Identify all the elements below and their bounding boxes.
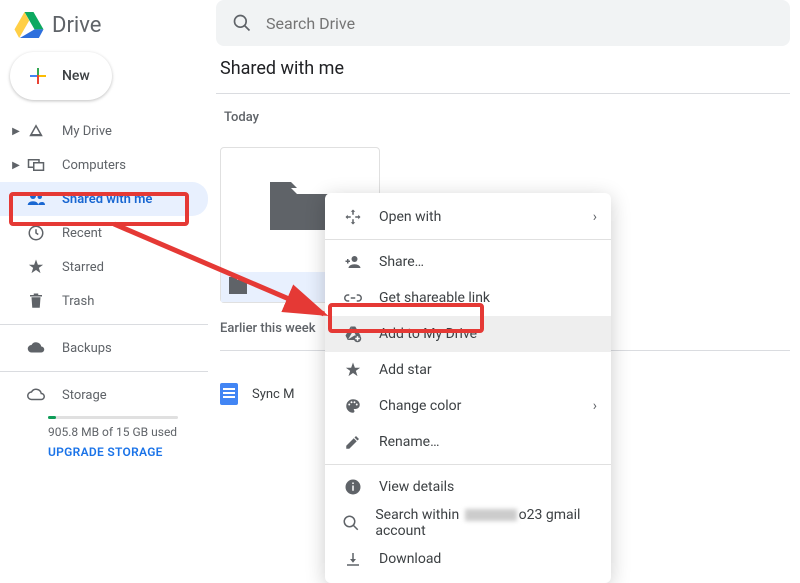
- new-button-label: New: [62, 68, 90, 84]
- nav-label: Storage: [48, 388, 107, 403]
- doc-title: Sync M: [252, 387, 294, 402]
- drive-add-icon: [341, 325, 365, 343]
- ctx-rename[interactable]: Rename…: [325, 424, 611, 460]
- drive-logo-row[interactable]: Drive: [0, 8, 216, 52]
- nav-shared-with-me[interactable]: Shared with me: [0, 182, 208, 216]
- nav-separator: [0, 371, 208, 372]
- storage-bar: [48, 416, 178, 419]
- person-add-icon: [341, 253, 365, 271]
- ctx-label: Get shareable link: [379, 290, 490, 306]
- nav-label: My Drive: [48, 124, 112, 139]
- ctx-label: Add to My Drive: [379, 326, 477, 342]
- link-icon: [341, 289, 365, 307]
- folder-mini-icon: [229, 280, 247, 294]
- nav-label: Backups: [48, 341, 112, 356]
- clock-icon: [24, 224, 48, 242]
- nav-label: Computers: [48, 158, 126, 173]
- chevron-right-icon: ›: [593, 398, 597, 414]
- new-button[interactable]: New: [10, 52, 112, 100]
- divider: [216, 93, 790, 94]
- star-icon: [24, 258, 48, 276]
- nav-trash[interactable]: Trash: [0, 284, 208, 318]
- ctx-label: Search within o23 gmail account: [375, 507, 595, 539]
- ctx-label: Share…: [379, 254, 424, 270]
- ctx-search-within[interactable]: Search within o23 gmail account: [325, 505, 611, 541]
- upgrade-storage-link[interactable]: UPGRADE STORAGE: [48, 439, 216, 459]
- nav-label: Recent: [48, 226, 102, 241]
- chevron-right-icon: ▶: [8, 126, 24, 137]
- download-icon: [341, 550, 365, 568]
- trash-icon: [24, 292, 48, 310]
- chevron-right-icon: ›: [593, 209, 597, 225]
- ctx-label: View details: [379, 479, 454, 495]
- ctx-download[interactable]: Download: [325, 541, 611, 577]
- redacted-text: [465, 509, 517, 521]
- drive-triangle-icon: [24, 122, 48, 140]
- storage-block: 905.8 MB of 15 GB used UPGRADE STORAGE: [0, 412, 216, 459]
- ctx-change-color[interactable]: Change color ›: [325, 388, 611, 424]
- ctx-label: Add star: [379, 362, 432, 378]
- nav-computers[interactable]: ▶ Computers: [0, 148, 208, 182]
- ctx-add-star[interactable]: Add star: [325, 352, 611, 388]
- ctx-label: Open with: [379, 209, 441, 225]
- plus-icon: [26, 64, 50, 88]
- nav-starred[interactable]: Starred: [0, 250, 208, 284]
- people-icon: [24, 190, 48, 208]
- nav-my-drive[interactable]: ▶ My Drive: [0, 114, 208, 148]
- nav-recent[interactable]: Recent: [0, 216, 208, 250]
- app-name: Drive: [52, 13, 101, 38]
- nav-separator: [0, 324, 208, 325]
- cloud-icon: [24, 339, 48, 357]
- storage-usage: 905.8 MB of 15 GB used: [48, 425, 216, 439]
- nav-label: Shared with me: [48, 192, 152, 207]
- ctx-label: Rename…: [379, 434, 439, 450]
- search-icon: [232, 13, 252, 33]
- context-menu: Open with › Share… Get shareable link Ad…: [325, 193, 611, 583]
- nav-storage[interactable]: Storage: [0, 378, 208, 412]
- search-bar[interactable]: [216, 0, 790, 46]
- nav-label: Starred: [48, 260, 104, 275]
- ctx-share[interactable]: Share…: [325, 244, 611, 280]
- ctx-label: Download: [379, 551, 441, 567]
- palette-icon: [341, 397, 365, 415]
- ctx-open-with[interactable]: Open with ›: [325, 199, 611, 235]
- ctx-separator: [325, 239, 611, 240]
- nav-backups[interactable]: Backups: [0, 331, 208, 365]
- nav-list: ▶ My Drive ▶ Computers Shared with me Re…: [0, 114, 216, 412]
- docs-icon: [220, 383, 238, 405]
- star-icon: [341, 361, 365, 379]
- nav-label: Trash: [48, 294, 94, 309]
- search-icon: [341, 514, 361, 532]
- rename-icon: [341, 433, 365, 451]
- ctx-view-details[interactable]: View details: [325, 469, 611, 505]
- section-today: Today: [220, 104, 800, 147]
- ctx-add-to-drive[interactable]: Add to My Drive: [325, 316, 611, 352]
- ctx-get-link[interactable]: Get shareable link: [325, 280, 611, 316]
- info-icon: [341, 478, 365, 496]
- ctx-separator: [325, 464, 611, 465]
- page-title: Shared with me: [216, 58, 800, 93]
- sidebar: Drive New ▶ My Drive ▶ Computers Share: [0, 0, 216, 516]
- search-input[interactable]: [266, 14, 774, 33]
- chevron-right-icon: ▶: [8, 160, 24, 171]
- open-with-icon: [341, 208, 365, 226]
- computers-icon: [24, 156, 48, 174]
- drive-logo-icon: [14, 12, 44, 38]
- ctx-label: Change color: [379, 398, 461, 414]
- cloud-outline-icon: [24, 386, 48, 404]
